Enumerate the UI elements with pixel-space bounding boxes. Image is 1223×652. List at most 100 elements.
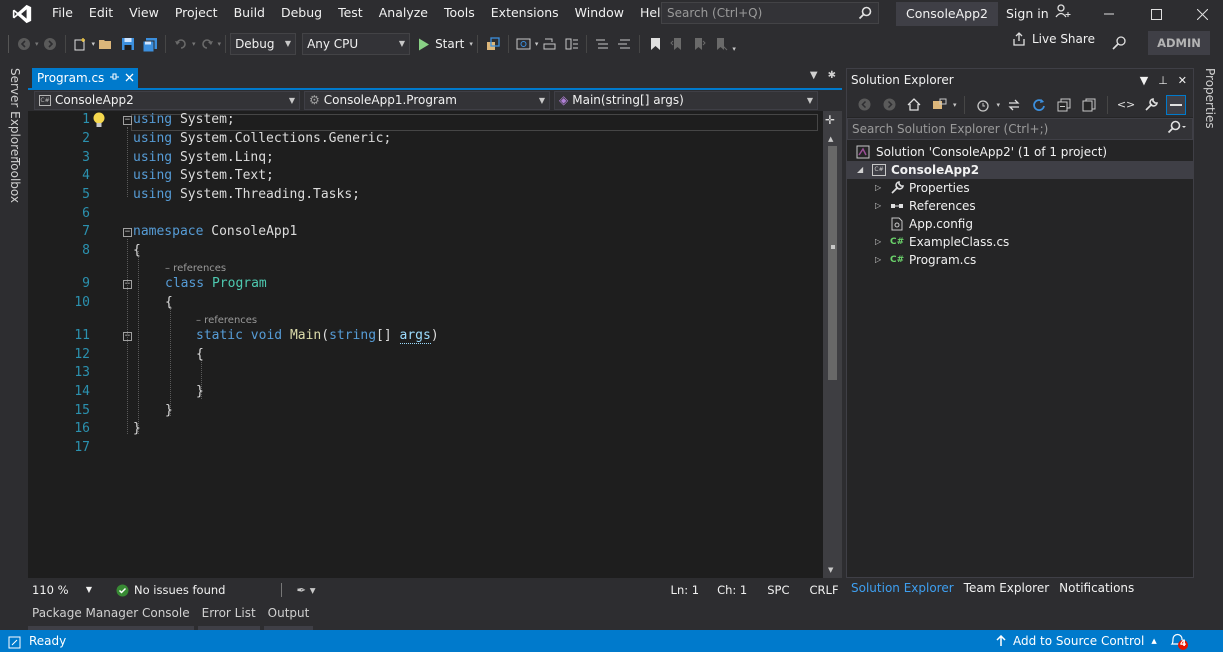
tab-output[interactable]: Output [263,602,314,630]
tree-item-project[interactable]: ◢ C# ConsoleApp2 [847,161,1193,179]
solution-search-input[interactable]: Search Solution Explorer (Ctrl+;) [847,118,1193,140]
window-position-dropdown-icon[interactable]: ▼ [1140,69,1148,92]
collapsed-arrow-icon[interactable]: ▷ [875,251,885,269]
menu-debug[interactable]: Debug [273,0,330,28]
open-folder-icon[interactable] [96,34,116,54]
screenshot-icon[interactable] [514,34,534,54]
uncomment-lines-icon[interactable] [614,34,634,54]
view-outline-icon[interactable] [561,34,581,54]
issues-indicator[interactable]: No issues found [116,583,225,597]
switch-views-icon[interactable] [929,95,949,115]
comment-lines-icon[interactable] [592,34,612,54]
toolbox-tab[interactable]: Toolbox [8,158,22,203]
menu-project[interactable]: Project [167,0,226,28]
live-share-button[interactable]: Live Share [1012,32,1095,46]
undo-icon[interactable] [171,34,191,54]
properties-wrench-icon[interactable] [1141,95,1161,115]
code-cleanup-icon[interactable]: ✒ ▾ [296,583,315,597]
tab-package-manager-console[interactable]: Package Manager Console [28,602,194,630]
scroll-up-arrow-icon[interactable]: ▲ [828,135,833,143]
view-code-icon[interactable]: <> [1116,95,1136,115]
tree-item-exampleclass-cs[interactable]: ▷ C# ExampleClass.cs [875,233,1009,251]
sync-with-active-document-icon[interactable] [1004,95,1024,115]
gear-icon[interactable]: ✱ [828,70,836,81]
menu-file[interactable]: File [44,0,81,28]
preview-selected-items-icon[interactable] [1166,94,1187,115]
menu-analyze[interactable]: Analyze [371,0,436,28]
close-window-button[interactable] [1179,0,1223,28]
tab-solution-explorer[interactable]: Solution Explorer [851,578,954,598]
collapse-region-icon[interactable]: − [123,228,132,237]
next-bookmark-icon[interactable] [689,34,709,54]
menu-build[interactable]: Build [226,0,273,28]
line-indicator[interactable]: Ln: 1 [671,583,700,597]
feedback-icon[interactable] [1111,35,1127,54]
browser-link-icon[interactable] [483,34,503,54]
line-ending-indicator[interactable]: CRLF [810,583,839,597]
tab-list-dropdown-icon[interactable]: ▼ [810,70,818,81]
menu-edit[interactable]: Edit [81,0,121,28]
tab-error-list[interactable]: Error List [197,602,260,630]
previous-bookmark-icon[interactable] [667,34,687,54]
menu-view[interactable]: View [121,0,167,28]
redo-icon[interactable] [197,34,217,54]
pin-icon[interactable] [110,68,120,88]
zoom-dropdown[interactable]: 110 % ▼ [32,581,92,599]
scroll-down-arrow-icon[interactable]: ▼ [828,566,833,574]
menu-extensions[interactable]: Extensions [483,0,567,28]
split-editor-icon[interactable]: ✛ [825,113,835,127]
show-all-files-icon[interactable] [1079,95,1099,115]
collapsed-arrow-icon[interactable]: ▷ [875,233,885,251]
step-over-icon[interactable] [539,34,559,54]
solution-platform-dropdown[interactable]: Any CPU ▼ [302,33,411,55]
collapsed-arrow-icon[interactable]: ▷ [875,179,885,197]
properties-tab[interactable]: Properties [1203,68,1217,129]
save-icon[interactable] [118,34,138,54]
lightbulb-icon[interactable] [92,112,106,133]
collapsed-arrow-icon[interactable]: ▷ [875,197,885,215]
add-to-source-control-button[interactable]: Add to Source Control ▲ [996,630,1157,652]
expanded-arrow-icon[interactable]: ◢ [857,161,867,179]
scrollbar-thumb[interactable] [828,146,837,380]
tree-item-program-cs[interactable]: ▷ C# Program.cs [875,251,976,269]
menu-window[interactable]: Window [567,0,632,28]
forward-icon[interactable] [879,95,899,115]
close-icon[interactable]: ✕ [1178,69,1187,92]
menu-tools[interactable]: Tools [436,0,483,28]
code-editor[interactable]: 1 2 3 4 5 6 7 8 9 10 11 12 13 14 15 16 1… [28,111,823,578]
maximize-button[interactable] [1133,0,1179,28]
home-icon[interactable] [904,95,924,115]
editor-vertical-scrollbar[interactable]: ✛ ▲ ▼ [823,111,842,578]
collapse-region-icon[interactable]: − [123,116,132,125]
close-tab-icon[interactable] [125,68,134,88]
bookmark-icon[interactable] [645,34,665,54]
tree-item-properties[interactable]: ▷ Properties [875,179,970,197]
project-dropdown[interactable]: C# ConsoleApp2 ▼ [34,91,300,110]
search-icon[interactable] [858,6,872,26]
pending-changes-filter-icon[interactable] [973,95,993,115]
tab-program-cs[interactable]: Program.cs [32,68,139,88]
solution-configuration-dropdown[interactable]: Debug ▼ [230,33,297,55]
menu-test[interactable]: Test [330,0,371,28]
save-all-icon[interactable] [140,34,160,54]
tree-item-app-config[interactable]: App.config [875,215,973,233]
minimize-button[interactable] [1086,0,1132,28]
whitespace-indicator[interactable]: SPC [767,583,789,597]
navigate-forward-icon[interactable] [40,34,60,54]
clear-bookmarks-icon[interactable] [711,34,731,54]
auto-hide-pin-icon[interactable]: ⊥ [1158,69,1168,92]
tree-item-references[interactable]: ▷ References [875,197,976,215]
column-indicator[interactable]: Ch: 1 [717,583,747,597]
notifications-bell-icon[interactable]: 4 [1169,632,1189,652]
search-input[interactable]: Search (Ctrl+Q) [661,2,879,24]
tree-item-solution[interactable]: Solution 'ConsoleApp2' (1 of 1 project) [855,143,1107,161]
search-icon[interactable] [1167,120,1187,140]
type-dropdown[interactable]: ⚙ ConsoleApp1.Program ▼ [304,91,550,110]
start-debugging-button[interactable]: Start ▾ [418,37,473,51]
new-project-icon[interactable] [71,34,91,54]
tab-notifications[interactable]: Notifications [1059,578,1134,598]
toolbar-overflow-icon[interactable]: ▾ [732,45,736,53]
tab-team-explorer[interactable]: Team Explorer [964,578,1050,598]
sign-in-button[interactable]: Sign in [1006,0,1071,28]
navigate-back-icon[interactable] [14,34,34,54]
